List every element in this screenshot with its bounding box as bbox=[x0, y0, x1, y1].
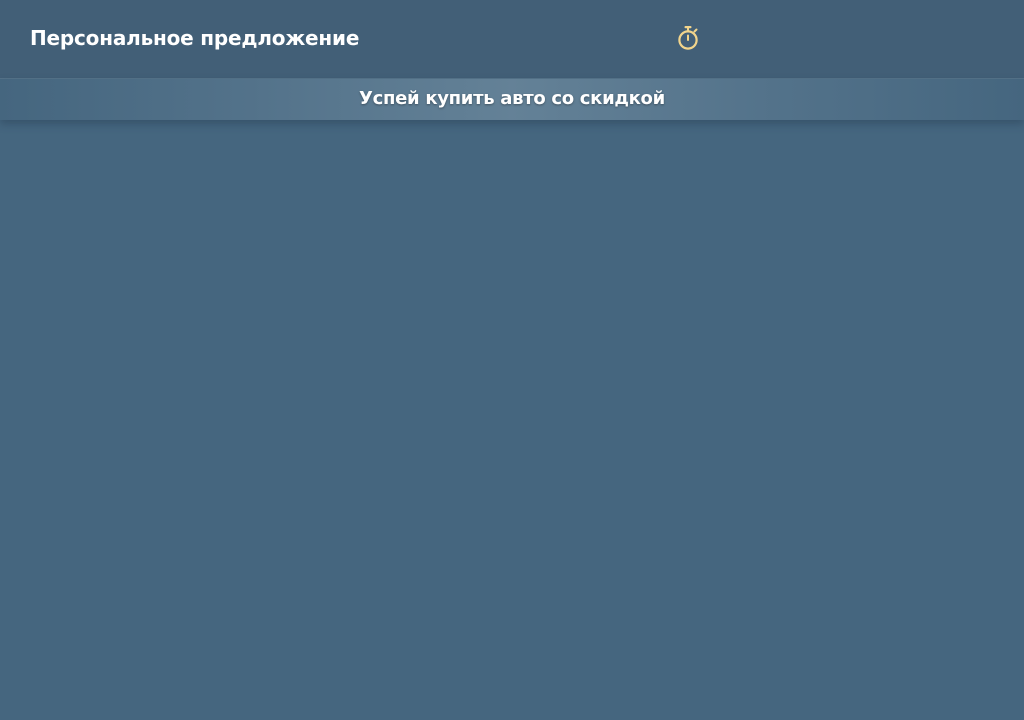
page-title: Персональное предложение bbox=[30, 26, 360, 50]
promo-banner-text[interactable]: Успей купить авто со скидкой bbox=[0, 79, 1024, 120]
stopwatch-icon[interactable] bbox=[676, 25, 700, 51]
header-bar: Персональное предложение bbox=[0, 0, 1024, 79]
main-content bbox=[0, 120, 1024, 720]
promo-banner: Успей купить авто со скидкой bbox=[0, 79, 1024, 120]
